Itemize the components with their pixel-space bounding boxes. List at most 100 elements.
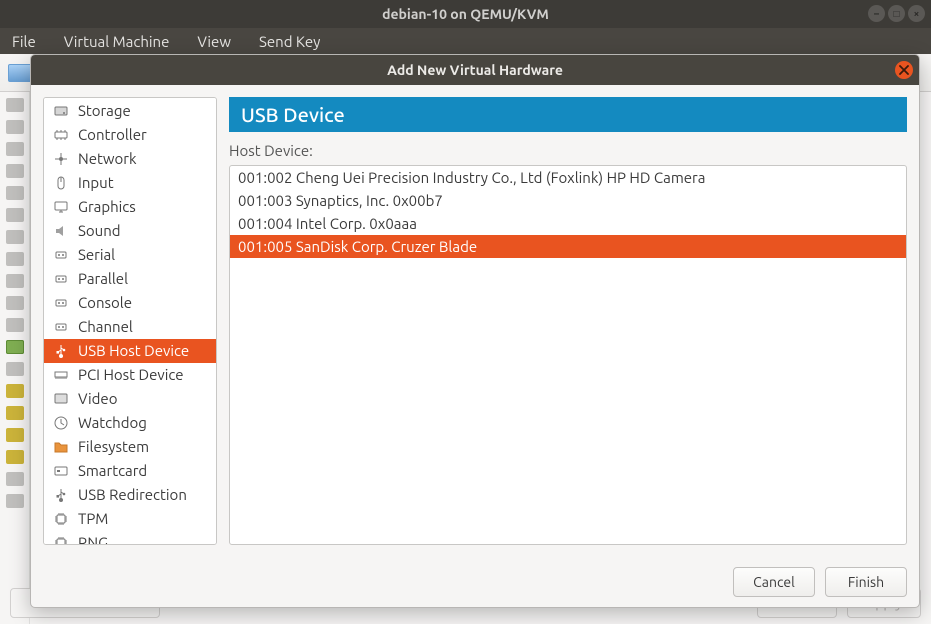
dialog-footer: Cancel Finish — [31, 557, 919, 607]
network-icon — [52, 151, 70, 167]
hw-category-network[interactable]: Network — [44, 147, 216, 171]
watchdog-icon — [52, 415, 70, 431]
sidebar-ghost-icon — [6, 98, 24, 112]
hw-category-watchdog[interactable]: Watchdog — [44, 411, 216, 435]
close-icon — [899, 65, 909, 75]
hw-category-label: USB Redirection — [78, 486, 187, 504]
hw-category-rng[interactable]: RNG — [44, 531, 216, 545]
hw-category-controller[interactable]: Controller — [44, 123, 216, 147]
close-window-icon[interactable]: × — [908, 5, 925, 22]
sidebar-ghost-icon — [6, 186, 24, 200]
hw-category-input[interactable]: Input — [44, 171, 216, 195]
sidebar-ghost-icon — [6, 384, 24, 398]
host-device-label: Host Device: — [229, 142, 907, 159]
hw-category-console[interactable]: Console — [44, 291, 216, 315]
sidebar-ghost-icon — [6, 230, 24, 244]
hw-category-label: Console — [78, 294, 132, 312]
cancel-button[interactable]: Cancel — [733, 567, 815, 597]
hw-category-label: USB Host Device — [78, 342, 189, 360]
hw-category-graphics[interactable]: Graphics — [44, 195, 216, 219]
sidebar-ghost-icon — [6, 142, 24, 156]
hw-category-label: Video — [78, 390, 117, 408]
sidebar-ghost-icon — [6, 252, 24, 266]
hw-category-parallel[interactable]: Parallel — [44, 267, 216, 291]
hw-category-label: Storage — [78, 102, 131, 120]
usb-icon — [52, 487, 70, 503]
usb-icon — [52, 343, 70, 359]
hardware-category-list[interactable]: Storage Controller Network Input Graphics Sou… — [43, 97, 217, 545]
folder-icon — [52, 439, 70, 455]
host-device-row[interactable]: 001:002 Cheng Uei Precision Industry Co.… — [230, 166, 906, 189]
sidebar-ghost-icon — [6, 208, 24, 222]
hw-category-label: Network — [78, 150, 137, 168]
hw-category-usb-host[interactable]: USB Host Device — [44, 339, 216, 363]
mouse-icon — [52, 175, 70, 191]
hw-category-channel[interactable]: Channel — [44, 315, 216, 339]
hw-category-label: Channel — [78, 318, 133, 336]
hw-category-label: RNG — [78, 534, 108, 545]
display-icon — [52, 199, 70, 215]
hw-category-sound[interactable]: Sound — [44, 219, 216, 243]
console-icon[interactable] — [8, 64, 32, 82]
sidebar-ghost-icon — [6, 120, 24, 134]
hw-category-storage[interactable]: Storage — [44, 99, 216, 123]
sidebar-ghost-icon — [6, 362, 24, 376]
sidebar-ghost-icon — [6, 340, 24, 354]
controller-icon — [52, 127, 70, 143]
hw-category-label: Watchdog — [78, 414, 147, 432]
menu-sendkey[interactable]: Send Key — [251, 31, 328, 52]
main-sidebar — [0, 92, 30, 624]
hdd-icon — [52, 103, 70, 119]
hw-category-pci-host[interactable]: PCI Host Device — [44, 363, 216, 387]
sidebar-ghost-icon — [6, 406, 24, 420]
minimize-icon[interactable]: – — [868, 5, 885, 22]
dialog-body: Storage Controller Network Input Graphics Sou… — [31, 85, 919, 557]
window-controls: – □ × — [868, 5, 925, 22]
hw-category-tpm[interactable]: TPM — [44, 507, 216, 531]
hardware-panel: USB Device Host Device: 001:002 Cheng Ue… — [229, 97, 907, 545]
hw-category-label: Input — [78, 174, 114, 192]
menu-view[interactable]: View — [189, 31, 239, 52]
hw-category-serial[interactable]: Serial — [44, 243, 216, 267]
sidebar-ghost-icon — [6, 274, 24, 288]
panel-title: USB Device — [229, 97, 907, 132]
panel-body: Host Device: 001:002 Cheng Uei Precision… — [229, 132, 907, 545]
monitor-icon — [52, 391, 70, 407]
hw-category-label: Filesystem — [78, 438, 149, 456]
port-icon — [52, 319, 70, 335]
host-device-row[interactable]: 001:003 Synaptics, Inc. 0x00b7 — [230, 189, 906, 212]
sidebar-ghost-icon — [6, 318, 24, 332]
dialog-titlebar: Add New Virtual Hardware — [31, 55, 919, 85]
card-icon — [52, 463, 70, 479]
sidebar-ghost-icon — [6, 472, 24, 486]
hw-category-filesystem[interactable]: Filesystem — [44, 435, 216, 459]
menu-file[interactable]: File — [4, 31, 44, 52]
hw-category-label: PCI Host Device — [78, 366, 184, 384]
maximize-icon[interactable]: □ — [888, 5, 905, 22]
host-device-row[interactable]: 001:004 Intel Corp. 0x0aaa — [230, 212, 906, 235]
menubar: File Virtual Machine View Send Key — [0, 28, 931, 54]
port-icon — [52, 271, 70, 287]
sidebar-ghost-icon — [6, 296, 24, 310]
port-icon — [52, 247, 70, 263]
host-device-row[interactable]: 001:005 SanDisk Corp. Cruzer Blade — [230, 235, 906, 258]
host-device-list[interactable]: 001:002 Cheng Uei Precision Industry Co.… — [229, 165, 907, 545]
sidebar-ghost-icon — [6, 428, 24, 442]
port-icon — [52, 295, 70, 311]
hw-category-video[interactable]: Video — [44, 387, 216, 411]
finish-button[interactable]: Finish — [825, 567, 907, 597]
menu-vm[interactable]: Virtual Machine — [56, 31, 178, 52]
add-hardware-dialog: Add New Virtual Hardware Storage Controll… — [30, 54, 920, 608]
sidebar-ghost-icon — [6, 164, 24, 178]
dialog-close-button[interactable] — [895, 61, 913, 79]
speaker-icon — [52, 223, 70, 239]
hw-category-smartcard[interactable]: Smartcard — [44, 459, 216, 483]
hw-category-label: Sound — [78, 222, 121, 240]
hw-category-usb-redir[interactable]: USB Redirection — [44, 483, 216, 507]
chip-icon — [52, 511, 70, 527]
hw-category-label: TPM — [78, 510, 108, 528]
pci-icon — [52, 367, 70, 383]
hw-category-label: Parallel — [78, 270, 128, 288]
hw-category-label: Graphics — [78, 198, 136, 216]
sidebar-ghost-icon — [6, 450, 24, 464]
